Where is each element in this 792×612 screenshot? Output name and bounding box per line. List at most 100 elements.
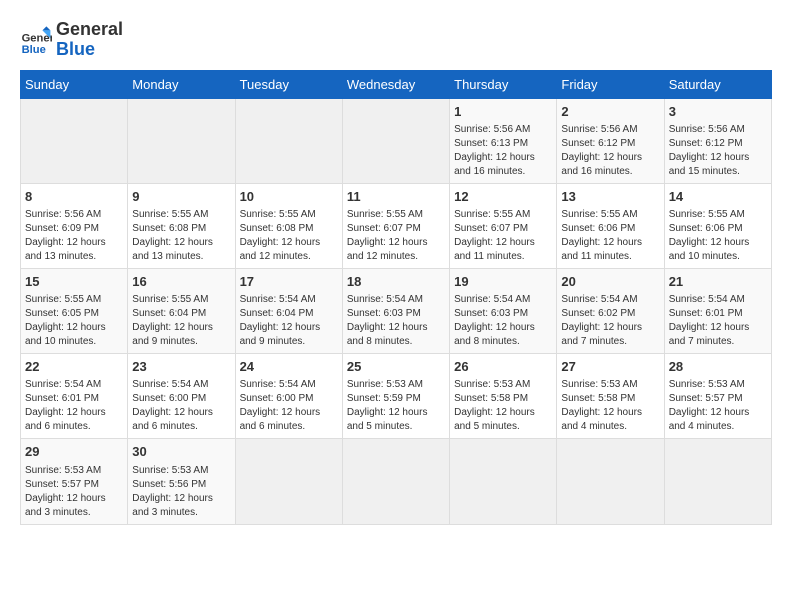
day-info: Sunrise: 5:53 AMSunset: 5:59 PMDaylight:… [347, 378, 445, 434]
day-info: Sunrise: 5:53 AMSunset: 5:57 PMDaylight:… [669, 378, 767, 434]
calendar-cell: 26 Sunrise: 5:53 AMSunset: 5:58 PMDayligh… [450, 354, 557, 439]
day-number: 24 [240, 358, 338, 376]
calendar-cell: 15 Sunrise: 5:55 AMSunset: 6:05 PMDayligh… [21, 268, 128, 353]
day-number: 20 [561, 273, 659, 291]
logo-blue: Blue [56, 40, 123, 60]
calendar-cell: 12 Sunrise: 5:55 AMSunset: 6:07 PMDayligh… [450, 183, 557, 268]
day-info: Sunrise: 5:55 AMSunset: 6:08 PMDaylight:… [132, 208, 230, 264]
day-number: 25 [347, 358, 445, 376]
day-info: Sunrise: 5:55 AMSunset: 6:05 PMDaylight:… [25, 293, 123, 349]
day-info: Sunrise: 5:55 AMSunset: 6:07 PMDaylight:… [454, 208, 552, 264]
calendar-week-4: 22 Sunrise: 5:54 AMSunset: 6:01 PMDayligh… [21, 354, 772, 439]
day-number: 21 [669, 273, 767, 291]
calendar-cell: 25 Sunrise: 5:53 AMSunset: 5:59 PMDayligh… [342, 354, 449, 439]
day-number: 9 [132, 188, 230, 206]
calendar-cell [664, 439, 771, 524]
calendar-cell [235, 439, 342, 524]
day-number: 22 [25, 358, 123, 376]
day-info: Sunrise: 5:55 AMSunset: 6:06 PMDaylight:… [669, 208, 767, 264]
day-number: 30 [132, 443, 230, 461]
day-info: Sunrise: 5:54 AMSunset: 6:01 PMDaylight:… [669, 293, 767, 349]
calendar-week-5: 29 Sunrise: 5:53 AMSunset: 5:57 PMDayligh… [21, 439, 772, 524]
day-info: Sunrise: 5:53 AMSunset: 5:58 PMDaylight:… [561, 378, 659, 434]
calendar-cell [342, 98, 449, 183]
day-number: 2 [561, 103, 659, 121]
day-info: Sunrise: 5:54 AMSunset: 6:03 PMDaylight:… [454, 293, 552, 349]
day-header-wednesday: Wednesday [342, 70, 449, 98]
day-number: 12 [454, 188, 552, 206]
day-number: 29 [25, 443, 123, 461]
day-number: 14 [669, 188, 767, 206]
day-info: Sunrise: 5:54 AMSunset: 6:02 PMDaylight:… [561, 293, 659, 349]
day-header-saturday: Saturday [664, 70, 771, 98]
day-header-friday: Friday [557, 70, 664, 98]
calendar-cell: 1 Sunrise: 5:56 AMSunset: 6:13 PMDaylight… [450, 98, 557, 183]
calendar-cell: 21 Sunrise: 5:54 AMSunset: 6:01 PMDayligh… [664, 268, 771, 353]
day-number: 27 [561, 358, 659, 376]
day-header-thursday: Thursday [450, 70, 557, 98]
calendar-cell: 20 Sunrise: 5:54 AMSunset: 6:02 PMDayligh… [557, 268, 664, 353]
calendar-cell: 27 Sunrise: 5:53 AMSunset: 5:58 PMDayligh… [557, 354, 664, 439]
day-info: Sunrise: 5:54 AMSunset: 6:00 PMDaylight:… [132, 378, 230, 434]
calendar-cell [235, 98, 342, 183]
calendar-cell: 24 Sunrise: 5:54 AMSunset: 6:00 PMDayligh… [235, 354, 342, 439]
day-info: Sunrise: 5:55 AMSunset: 6:06 PMDaylight:… [561, 208, 659, 264]
calendar-cell: 2 Sunrise: 5:56 AMSunset: 6:12 PMDaylight… [557, 98, 664, 183]
day-info: Sunrise: 5:56 AMSunset: 6:12 PMDaylight:… [669, 123, 767, 179]
day-info: Sunrise: 5:56 AMSunset: 6:12 PMDaylight:… [561, 123, 659, 179]
day-info: Sunrise: 5:55 AMSunset: 6:08 PMDaylight:… [240, 208, 338, 264]
calendar-cell: 10 Sunrise: 5:55 AMSunset: 6:08 PMDayligh… [235, 183, 342, 268]
calendar-cell: 13 Sunrise: 5:55 AMSunset: 6:06 PMDayligh… [557, 183, 664, 268]
day-number: 28 [669, 358, 767, 376]
calendar-cell [557, 439, 664, 524]
calendar-cell: 17 Sunrise: 5:54 AMSunset: 6:04 PMDayligh… [235, 268, 342, 353]
svg-text:Blue: Blue [22, 44, 46, 56]
calendar-cell: 30 Sunrise: 5:53 AMSunset: 5:56 PMDayligh… [128, 439, 235, 524]
day-number: 16 [132, 273, 230, 291]
day-number: 18 [347, 273, 445, 291]
day-number: 17 [240, 273, 338, 291]
calendar-cell: 11 Sunrise: 5:55 AMSunset: 6:07 PMDayligh… [342, 183, 449, 268]
calendar-cell: 28 Sunrise: 5:53 AMSunset: 5:57 PMDayligh… [664, 354, 771, 439]
calendar-cell: 22 Sunrise: 5:54 AMSunset: 6:01 PMDayligh… [21, 354, 128, 439]
calendar-cell [21, 98, 128, 183]
day-number: 19 [454, 273, 552, 291]
calendar-cell: 8Sunrise: 5:56 AMSunset: 6:09 PMDaylight… [21, 183, 128, 268]
calendar-cell [342, 439, 449, 524]
day-info: Sunrise: 5:53 AMSunset: 5:57 PMDaylight:… [25, 464, 123, 520]
day-info: Sunrise: 5:55 AMSunset: 6:07 PMDaylight:… [347, 208, 445, 264]
day-info: Sunrise: 5:54 AMSunset: 6:00 PMDaylight:… [240, 378, 338, 434]
calendar-cell: 29 Sunrise: 5:53 AMSunset: 5:57 PMDayligh… [21, 439, 128, 524]
day-number: 11 [347, 188, 445, 206]
day-info: Sunrise: 5:54 AMSunset: 6:03 PMDaylight:… [347, 293, 445, 349]
calendar-cell: 3 Sunrise: 5:56 AMSunset: 6:12 PMDaylight… [664, 98, 771, 183]
calendar-week-3: 15 Sunrise: 5:55 AMSunset: 6:05 PMDayligh… [21, 268, 772, 353]
calendar-cell: 14 Sunrise: 5:55 AMSunset: 6:06 PMDayligh… [664, 183, 771, 268]
day-info: Sunrise: 5:54 AMSunset: 6:01 PMDaylight:… [25, 378, 123, 434]
calendar-week-1: 1 Sunrise: 5:56 AMSunset: 6:13 PMDaylight… [21, 98, 772, 183]
day-number: 23 [132, 358, 230, 376]
day-number: 13 [561, 188, 659, 206]
day-info: Sunrise: 5:53 AMSunset: 5:56 PMDaylight:… [132, 464, 230, 520]
day-number: 15 [25, 273, 123, 291]
day-info: Sunrise: 5:56 AMSunset: 6:13 PMDaylight:… [454, 123, 552, 179]
calendar-cell [450, 439, 557, 524]
calendar-cell: 19 Sunrise: 5:54 AMSunset: 6:03 PMDayligh… [450, 268, 557, 353]
day-info: Sunrise: 5:53 AMSunset: 5:58 PMDaylight:… [454, 378, 552, 434]
day-number: 10 [240, 188, 338, 206]
calendar-cell [128, 98, 235, 183]
logo: General Blue General Blue [20, 20, 123, 60]
calendar-week-2: 8Sunrise: 5:56 AMSunset: 6:09 PMDaylight… [21, 183, 772, 268]
day-number: 1 [454, 103, 552, 121]
calendar-cell: 23 Sunrise: 5:54 AMSunset: 6:00 PMDayligh… [128, 354, 235, 439]
day-number: 26 [454, 358, 552, 376]
day-info: Sunrise: 5:54 AMSunset: 6:04 PMDaylight:… [240, 293, 338, 349]
calendar-table: SundayMondayTuesdayWednesdayThursdayFrid… [20, 70, 772, 525]
day-header-sunday: Sunday [21, 70, 128, 98]
calendar-cell: 9 Sunrise: 5:55 AMSunset: 6:08 PMDaylight… [128, 183, 235, 268]
day-number: 3 [669, 103, 767, 121]
calendar-cell: 16 Sunrise: 5:55 AMSunset: 6:04 PMDayligh… [128, 268, 235, 353]
calendar-header: SundayMondayTuesdayWednesdayThursdayFrid… [21, 70, 772, 98]
day-info: Sunrise: 5:55 AMSunset: 6:04 PMDaylight:… [132, 293, 230, 349]
day-info: Sunrise: 5:56 AMSunset: 6:09 PMDaylight:… [25, 208, 123, 264]
